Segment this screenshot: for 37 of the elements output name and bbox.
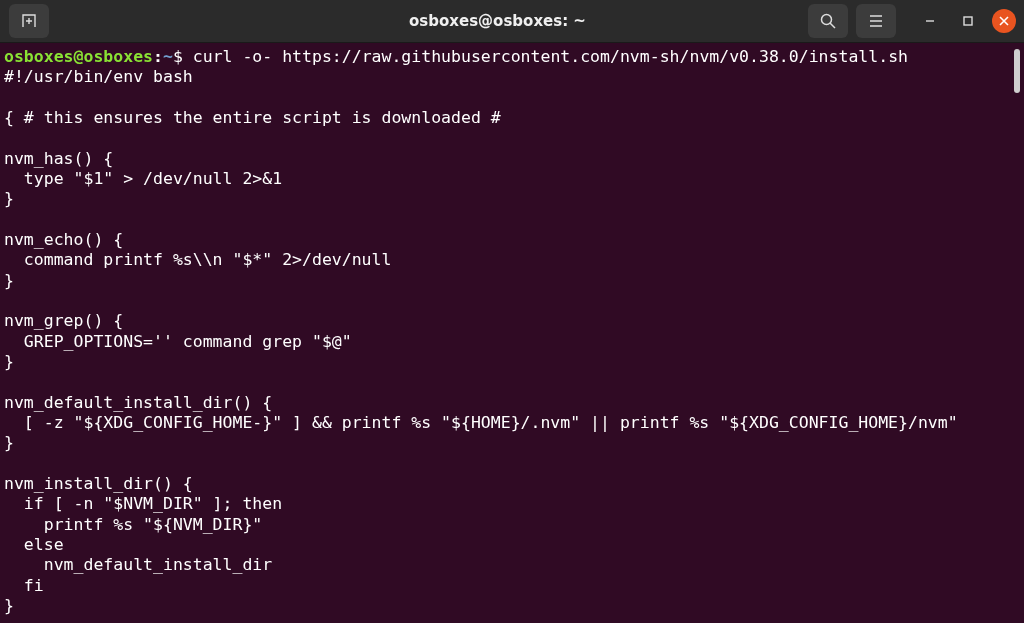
new-tab-button[interactable]: [9, 4, 49, 38]
prompt-user: osboxes@osboxes: [4, 47, 153, 66]
output-line: command printf %s\\n "$*" 2>/dev/null: [22, 250, 393, 271]
command-text: $ curl -o- https://raw.githubusercontent.com/nvm-sh/nvm/v0.38.0/install.sh: [172, 47, 908, 66]
output-line: nvm_default_install_dir() {: [4, 392, 274, 413]
menu-button[interactable]: [856, 4, 896, 38]
output-line: nvm_install_dir() {: [4, 473, 194, 495]
minimize-icon: [925, 20, 935, 22]
output-line: }: [4, 270, 15, 291]
prompt-path: ~: [162, 47, 173, 66]
output-line: nvm_echo() {: [4, 229, 125, 251]
output-line: nvm_default_install_dir: [42, 555, 274, 576]
output-line: { # this ensures the entire script is downloaded #: [4, 108, 502, 129]
output-line: [ -z "${XDG_CONFIG_HOME-}" ] && printf %s "${HOME}/.nvm" || printf %s "${XDG_CONFIG_HOME}/nvm": [22, 412, 959, 434]
maximize-icon: [963, 16, 973, 26]
close-icon: [999, 16, 1009, 26]
output-line: printf %s "${NVM_DIR}": [42, 514, 264, 535]
search-icon: [820, 13, 836, 29]
output-line: }: [4, 595, 15, 617]
close-button[interactable]: [992, 9, 1016, 33]
output-line: nvm_grep() {: [4, 311, 125, 332]
menu-icon: [869, 15, 883, 27]
output-line: #!/usr/bin/env bash: [4, 67, 194, 88]
output-line: }: [4, 351, 15, 373]
output-line: type "$1" > /dev/null 2>&1: [22, 168, 284, 190]
output-line: fi: [22, 575, 45, 596]
prompt-separator: :: [153, 47, 163, 66]
search-button[interactable]: [808, 4, 848, 38]
window-title: osboxes@osboxes: ~: [408, 12, 587, 30]
output-line: else: [22, 534, 65, 556]
output-line: }: [4, 189, 15, 210]
output-line: }: [4, 433, 15, 454]
new-tab-icon: [21, 13, 37, 29]
output-line: if [ -n "$NVM_DIR" ]; then: [22, 494, 284, 515]
output-line: GREP_OPTIONS='' command grep "$@": [22, 331, 353, 352]
output-line: nvm_has() {: [4, 148, 115, 169]
scrollbar-thumb[interactable]: [1014, 49, 1020, 93]
